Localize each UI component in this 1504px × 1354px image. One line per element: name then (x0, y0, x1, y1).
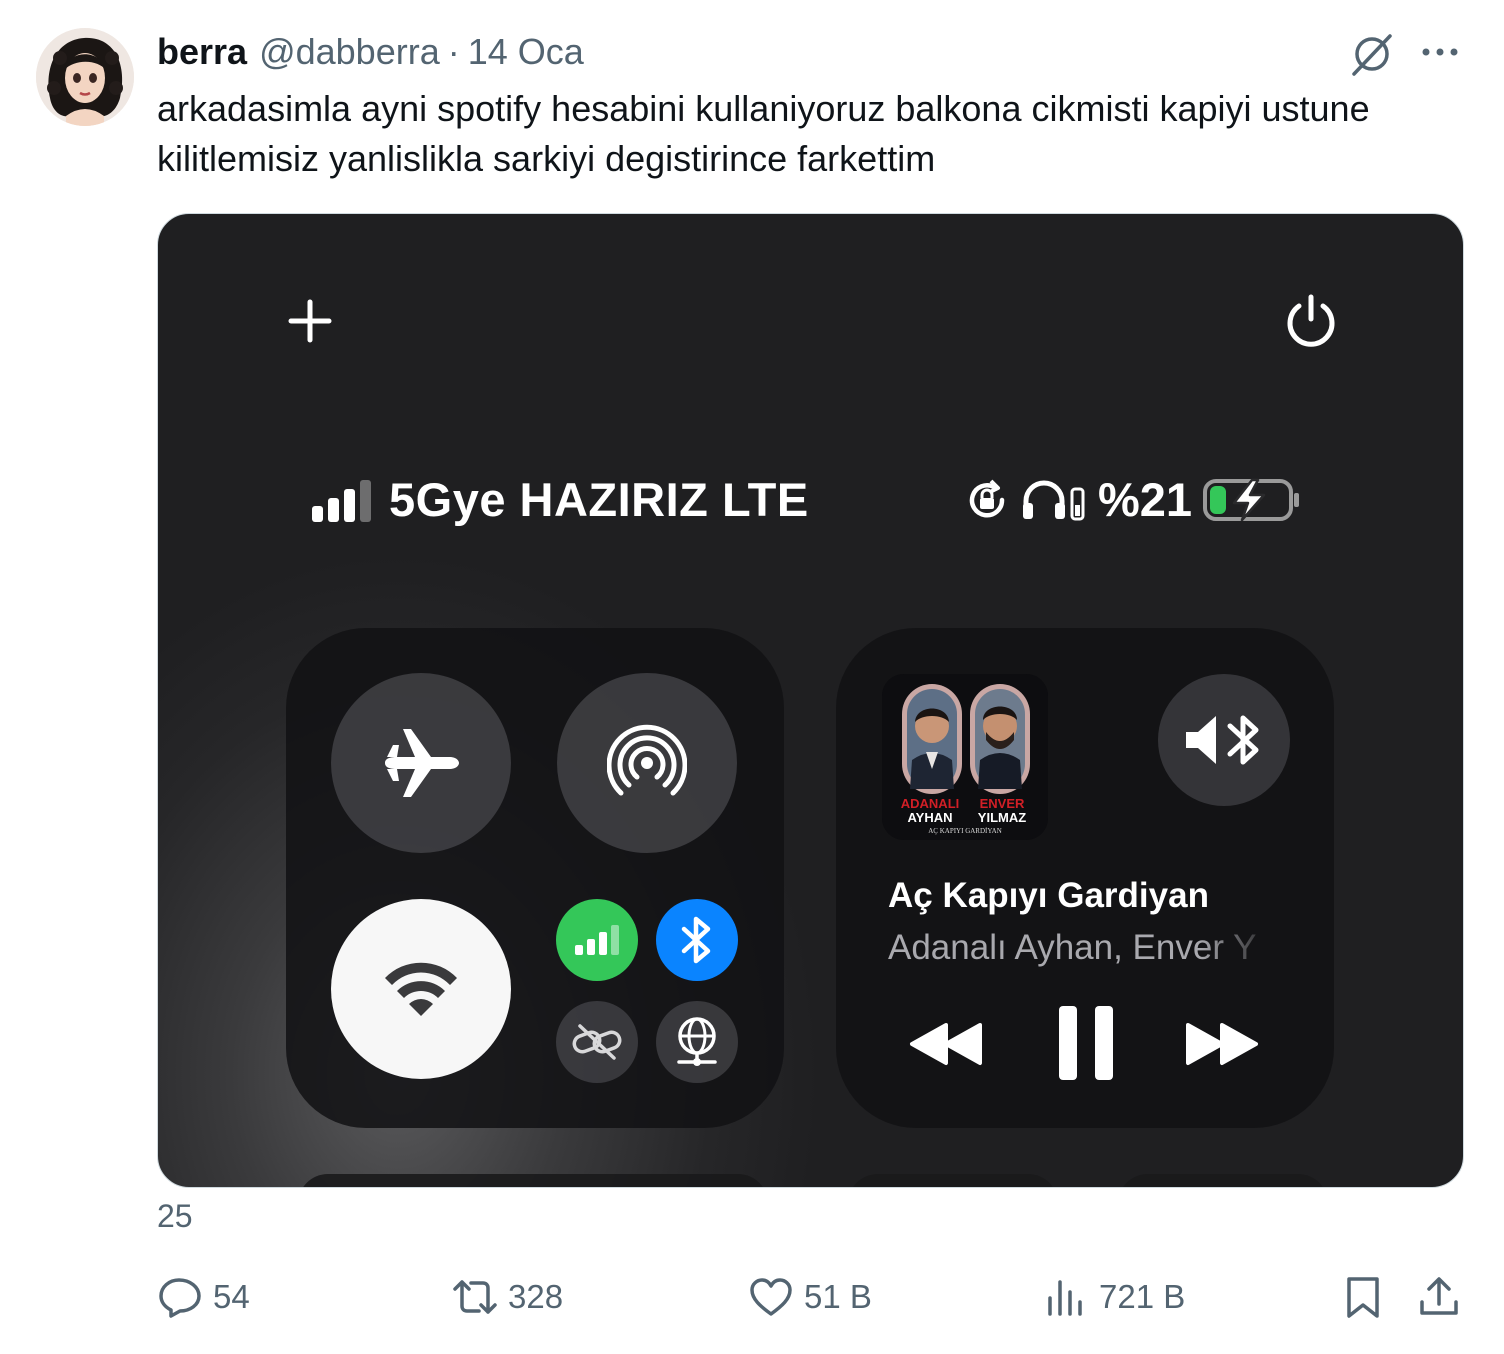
battery-percentage: %21 (1098, 473, 1193, 526)
cellular-toggle[interactable] (556, 899, 638, 981)
plus-icon (283, 294, 337, 348)
share-button[interactable] (1416, 1272, 1462, 1322)
pause-icon (1059, 1006, 1113, 1080)
globe-icon (677, 1017, 717, 1066)
media-count-label: 25 (157, 1198, 193, 1234)
pause-button[interactable] (1046, 998, 1126, 1088)
bookmark-button[interactable] (1340, 1272, 1386, 1322)
status-bar-left: 5Gye HAZIRIZ LTE (312, 472, 809, 527)
album-text-artist2-surname: YILMAZ (978, 810, 1026, 825)
vpn-toggle[interactable] (656, 1001, 738, 1083)
tweet-date[interactable]: 14 Oca (468, 31, 584, 73)
audio-output-button[interactable] (1158, 674, 1290, 806)
views-count: 721 B (1099, 1278, 1186, 1315)
battery-charging-icon (1203, 478, 1300, 521)
carrier-name: 5Gye HAZIRIZ LTE (389, 473, 809, 526)
audio-output-bluetooth-icon (1186, 715, 1259, 765)
song-title: Aç Kapıyı Gardiyan (888, 876, 1209, 915)
album-art-image: ADANALI ENVER AYHAN YILMAZ AÇ KAPIYI GAR… (882, 674, 1048, 840)
repost-count: 328 (508, 1278, 564, 1315)
panel-peek-middle (848, 1174, 1058, 1187)
status-bar-right: %21 (964, 472, 1302, 527)
orientation-lock-icon (969, 479, 1005, 517)
reply-button[interactable]: 54 (157, 1272, 250, 1322)
airdrop-icon (607, 724, 687, 796)
heart-icon (750, 1278, 792, 1316)
like-count: 51 B (804, 1278, 872, 1315)
avatar-illustration (36, 28, 134, 126)
tweet-text: arkadasimla ayni spotify hesabini kullan… (157, 88, 1370, 179)
wifi-toggle[interactable] (331, 899, 511, 1079)
panel-peek-right (1118, 1174, 1328, 1187)
bluetooth-toggle[interactable] (656, 899, 738, 981)
repost-button[interactable]: 328 (452, 1272, 563, 1322)
fast-forward-icon (1186, 1023, 1258, 1065)
cellular-signal-icon (312, 478, 371, 522)
album-text-artist1-name: AYHAN (907, 810, 952, 825)
now-playing-panel: ADANALI ENVER AYHAN YILMAZ AÇ KAPIYI GAR… (836, 628, 1334, 1128)
reply-icon (159, 1278, 201, 1318)
album-text-title: AÇ KAPIYI GARDİYAN (928, 827, 1002, 835)
author-handle[interactable]: @dabberra (259, 31, 440, 73)
personal-hotspot-toggle[interactable] (556, 1001, 638, 1083)
avatar[interactable] (36, 28, 134, 126)
like-button[interactable]: 51 B (748, 1272, 872, 1322)
rewind-button[interactable] (906, 1004, 986, 1084)
airplane-icon (385, 729, 459, 797)
header-separator: · (447, 31, 460, 72)
more-icon[interactable] (1418, 32, 1462, 72)
cellular-icon (575, 925, 619, 955)
grok-icon[interactable] (1348, 30, 1396, 78)
author-name[interactable]: berra (157, 31, 247, 73)
airdrop-toggle[interactable] (557, 673, 737, 853)
reply-count: 54 (213, 1278, 250, 1315)
repost-icon (453, 1280, 497, 1314)
rewind-icon (910, 1023, 982, 1065)
wifi-icon (385, 962, 457, 1016)
fast-forward-button[interactable] (1182, 1004, 1262, 1084)
headphones-icon (1023, 480, 1085, 520)
tweet-media-image[interactable]: 5Gye HAZIRIZ LTE %21 ADANALI ENVER AYHAN… (157, 213, 1464, 1188)
views-icon (1048, 1280, 1082, 1316)
power-icon (1282, 292, 1340, 350)
tweet-header: berra @dabberra · 14 Oca (157, 30, 584, 74)
bluetooth-icon (681, 916, 711, 964)
bookmark-icon (1347, 1277, 1379, 1318)
airplane-mode-toggle[interactable] (331, 673, 511, 853)
connectivity-panel (286, 628, 784, 1128)
views-button[interactable]: 721 B (1043, 1272, 1185, 1322)
link-off-icon (572, 1024, 622, 1060)
share-icon (1420, 1277, 1458, 1315)
album-art[interactable]: ADANALI ENVER AYHAN YILMAZ AÇ KAPIYI GAR… (882, 674, 1048, 840)
album-text-artist1-surname: ADANALI (901, 796, 960, 811)
album-text-artist2-name: ENVER (980, 796, 1025, 811)
song-artist: Adanalı Ayhan, Enver Y (888, 928, 1257, 967)
panel-peek-left (298, 1174, 768, 1187)
